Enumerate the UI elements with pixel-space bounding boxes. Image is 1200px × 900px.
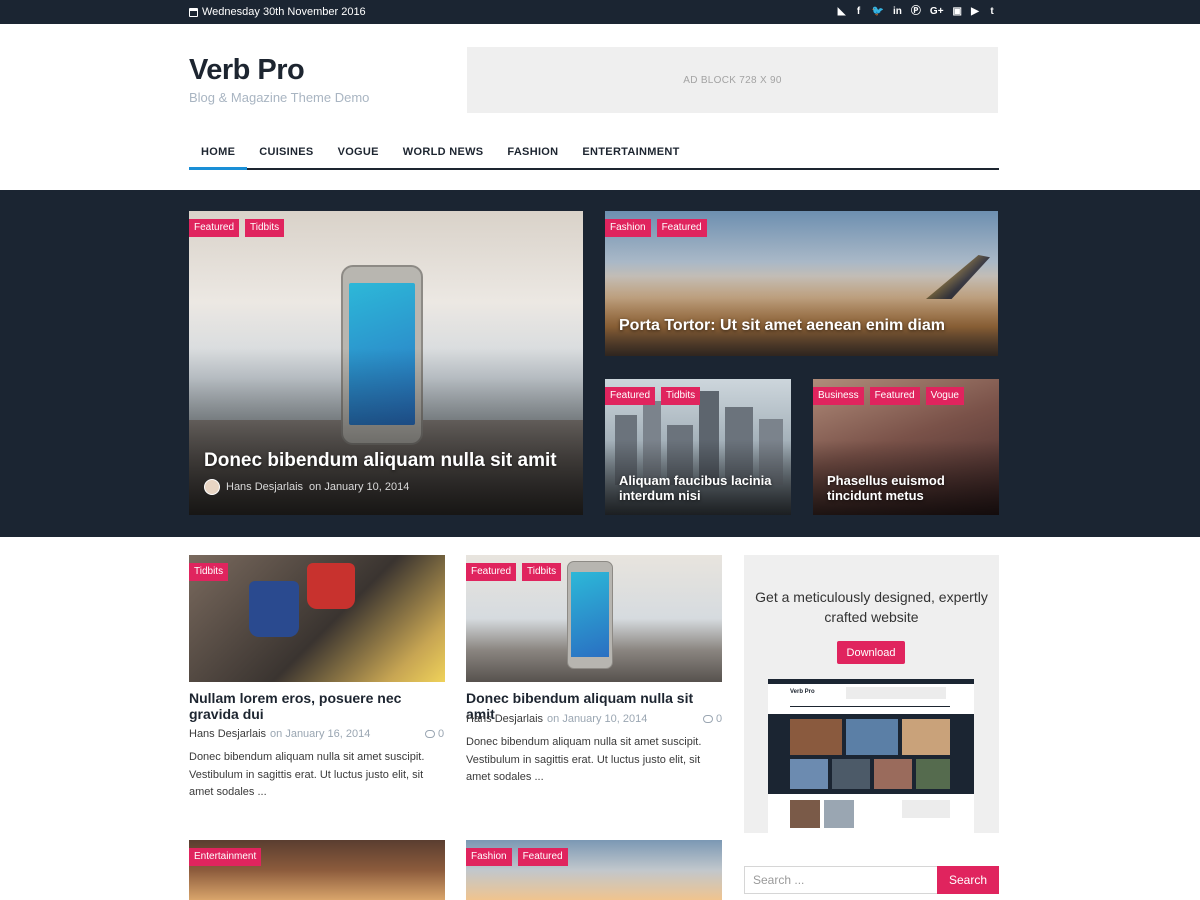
tag-tidbits[interactable]: Tidbits <box>245 219 285 237</box>
tag-featured[interactable]: Featured <box>517 848 568 866</box>
tag-featured[interactable]: Featured <box>656 219 707 237</box>
theme-preview-image[interactable]: Verb Pro <box>768 679 974 833</box>
calendar-icon <box>189 7 198 17</box>
promo-widget: Get a meticulously designed, expertly cr… <box>744 555 999 833</box>
search-widget: Search <box>744 866 999 894</box>
post-title[interactable]: Nullam lorem eros, posuere nec gravida d… <box>189 690 445 722</box>
author-name[interactable]: Hans Desjarlais <box>189 728 266 740</box>
nav-item-vogue[interactable]: VOGUE <box>326 136 391 168</box>
comment-count[interactable]: 0 <box>703 713 722 725</box>
comment-count[interactable]: 0 <box>425 728 444 740</box>
featured-tile-small[interactable]: Featured Tidbits Aliquam faucibus lacini… <box>605 379 791 515</box>
site-logo[interactable]: Verb Pro <box>189 54 305 87</box>
tag-fashion[interactable]: Fashion <box>466 848 512 866</box>
featured-title[interactable]: Aliquam faucibus lacinia interdum nisi <box>619 473 784 503</box>
date-text: Wednesday 30th November 2016 <box>202 6 366 18</box>
post-date: on January 10, 2014 <box>309 481 410 493</box>
post-meta: Hans Desjarlais on January 10, 2014 <box>466 713 647 725</box>
comment-icon <box>703 715 713 723</box>
top-date: Wednesday 30th November 2016 <box>189 0 366 24</box>
mug-image <box>249 581 299 637</box>
tag-entertainment[interactable]: Entertainment <box>189 848 262 866</box>
search-button[interactable]: Search <box>937 866 999 894</box>
phone-image <box>567 561 613 669</box>
avatar <box>204 479 220 495</box>
ad-block[interactable]: AD BLOCK 728 X 90 <box>467 47 998 113</box>
mug-image <box>307 563 355 609</box>
nav-item-world-news[interactable]: WORLD NEWS <box>391 136 496 168</box>
twitter-icon[interactable]: 🐦 <box>872 7 884 17</box>
nav-item-entertainment[interactable]: ENTERTAINMENT <box>570 136 691 168</box>
tag-business[interactable]: Business <box>813 387 864 405</box>
tag-featured[interactable]: Featured <box>869 387 920 405</box>
nav-item-fashion[interactable]: FASHION <box>495 136 570 168</box>
tag-tidbits[interactable]: Tidbits <box>522 563 562 581</box>
tag-tidbits[interactable]: Tidbits <box>661 387 701 405</box>
tag-featured[interactable]: Featured <box>466 563 517 581</box>
post-date: on January 10, 2014 <box>547 713 648 725</box>
post-date: on January 16, 2014 <box>270 728 371 740</box>
featured-tile-small[interactable]: Business Featured Vogue Phasellus euismo… <box>813 379 999 515</box>
tag-fashion[interactable]: Fashion <box>605 219 651 237</box>
pinterest-icon[interactable]: Ⓟ <box>911 7 921 17</box>
nav-item-home[interactable]: HOME <box>189 136 248 170</box>
youtube-icon[interactable]: ▶ <box>971 7 979 17</box>
download-button[interactable]: Download <box>837 641 905 664</box>
featured-title[interactable]: Porta Tortor: Ut sit amet aenean enim di… <box>619 317 945 335</box>
preview-logo: Verb Pro <box>790 689 815 695</box>
post-thumbnail[interactable]: Tidbits <box>189 555 445 682</box>
featured-title[interactable]: Phasellus euismod tincidunt metus <box>827 473 992 503</box>
post-excerpt: Donec bibendum aliquam nulla sit amet su… <box>466 736 702 783</box>
social-links: ◣ f 🐦 in Ⓟ G+ ▣ ▶ t <box>838 0 996 24</box>
tag-tidbits[interactable]: Tidbits <box>189 563 229 581</box>
site-tagline: Blog & Magazine Theme Demo <box>189 90 370 105</box>
post-thumbnail[interactable]: Entertainment <box>189 840 445 900</box>
featured-tile-main[interactable]: Featured Tidbits Donec bibendum aliquam … <box>189 211 583 515</box>
facebook-icon[interactable]: f <box>855 7 863 17</box>
author-name[interactable]: Hans Desjarlais <box>226 481 303 493</box>
featured-tile-wide[interactable]: Fashion Featured Porta Tortor: Ut sit am… <box>605 211 998 356</box>
googleplus-icon[interactable]: G+ <box>930 7 944 17</box>
post-thumbnail[interactable]: Fashion Featured <box>466 840 722 900</box>
promo-text: Get a meticulously designed, expertly cr… <box>755 589 988 625</box>
author-name[interactable]: Hans Desjarlais <box>466 713 543 725</box>
featured-byline: Hans Desjarlais on January 10, 2014 <box>204 479 409 495</box>
tag-vogue[interactable]: Vogue <box>925 387 964 405</box>
rss-icon[interactable]: ◣ <box>838 7 846 17</box>
linkedin-icon[interactable]: in <box>893 7 902 17</box>
post-excerpt: Donec bibendum aliquam nulla sit amet su… <box>189 751 425 798</box>
search-input[interactable] <box>744 866 937 894</box>
top-bar: Wednesday 30th November 2016 ◣ f 🐦 in Ⓟ … <box>0 0 1200 24</box>
instagram-icon[interactable]: ▣ <box>953 7 962 17</box>
post-meta: Hans Desjarlais on January 16, 2014 <box>189 728 370 740</box>
comment-icon <box>425 730 435 738</box>
tag-featured[interactable]: Featured <box>605 387 656 405</box>
nav-item-cuisines[interactable]: CUISINES <box>247 136 325 168</box>
featured-band <box>0 190 1200 537</box>
main-nav: HOME CUISINES VOGUE WORLD NEWS FASHION E… <box>189 136 999 170</box>
tumblr-icon[interactable]: t <box>988 7 996 17</box>
featured-title[interactable]: Donec bibendum aliquam nulla sit amit <box>204 450 557 472</box>
tag-featured[interactable]: Featured <box>189 219 240 237</box>
post-thumbnail[interactable]: Featured Tidbits <box>466 555 722 682</box>
